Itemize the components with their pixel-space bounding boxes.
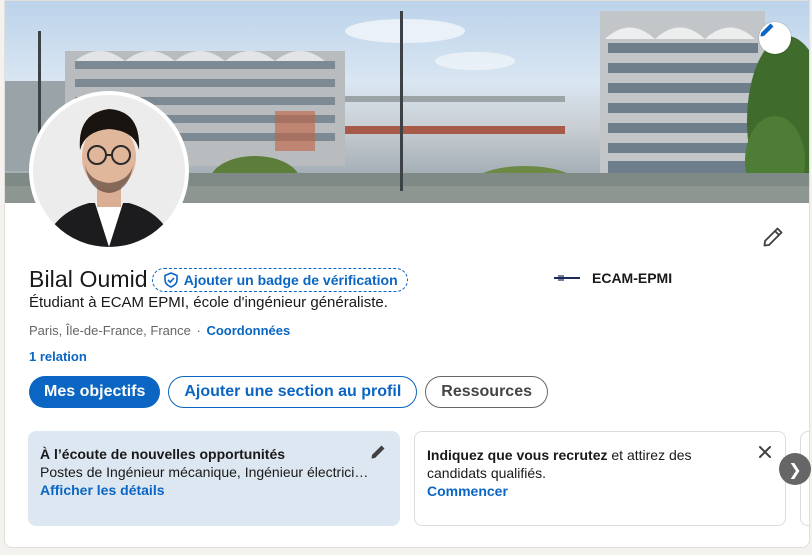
open-to-work-card[interactable]: À l’écoute de nouvelles opportunités Pos… bbox=[28, 431, 400, 526]
location-separator: · bbox=[196, 323, 201, 338]
profile-actions: Mes objectifs Ajouter une section au pro… bbox=[29, 376, 548, 408]
profile-edit-button[interactable] bbox=[757, 221, 789, 253]
organization-link[interactable]: ECAM-EPMI bbox=[554, 269, 672, 287]
add-profile-section-button[interactable]: Ajouter une section au profil bbox=[168, 376, 418, 408]
organization-name: ECAM-EPMI bbox=[592, 270, 673, 286]
hiring-close-button[interactable] bbox=[757, 444, 773, 464]
close-icon bbox=[759, 446, 771, 458]
pencil-icon bbox=[371, 445, 385, 459]
ecam-logo bbox=[554, 269, 580, 287]
contact-info-link[interactable]: Coordonnées bbox=[206, 323, 290, 338]
show-details-link[interactable]: Afficher les détails bbox=[40, 481, 388, 499]
carousel-next-button[interactable]: ❯ bbox=[779, 453, 811, 485]
profile-photo bbox=[33, 95, 185, 247]
profile-card: Bilal Oumid Ajouter un badge de vérifica… bbox=[4, 0, 810, 548]
chevron-right-icon: ❯ bbox=[788, 459, 802, 479]
hiring-text-bold: Indiquez que vous recrutez bbox=[427, 447, 608, 463]
open-to-work-title: À l’écoute de nouvelles opportunités bbox=[40, 446, 286, 462]
my-goals-button[interactable]: Mes objectifs bbox=[29, 376, 161, 408]
open-to-work-edit-button[interactable] bbox=[370, 444, 386, 464]
profile-avatar[interactable] bbox=[29, 91, 189, 251]
open-to-work-roles: Postes de Ingénieur mécanique, Ingénieur… bbox=[40, 464, 370, 480]
shield-check-icon bbox=[163, 271, 178, 288]
pencil-icon bbox=[763, 227, 783, 247]
hiring-text: Indiquez que vous recrutez et attirez de… bbox=[427, 446, 753, 482]
banner-edit-button[interactable] bbox=[759, 22, 791, 54]
add-verification-badge-button[interactable]: Ajouter un badge de vérification bbox=[151, 267, 408, 292]
relations-link[interactable]: 1 relation bbox=[29, 349, 87, 364]
start-hiring-link[interactable]: Commencer bbox=[427, 482, 773, 500]
location-row: Paris, Île-de-France, France · Coordonné… bbox=[29, 323, 290, 338]
resources-button[interactable]: Ressources bbox=[425, 376, 548, 408]
profile-headline: Étudiant à ECAM EPMI, école d'ingénieur … bbox=[29, 294, 388, 311]
pencil-icon bbox=[760, 23, 774, 37]
verify-badge-label: Ajouter un badge de vérification bbox=[183, 271, 398, 288]
profile-name: Bilal Oumid bbox=[29, 266, 148, 292]
hiring-card: Indiquez que vous recrutez et attirez de… bbox=[414, 431, 786, 526]
profile-location: Paris, Île-de-France, France bbox=[29, 323, 191, 338]
name-row: Bilal Oumid Ajouter un badge de vérifica… bbox=[29, 266, 408, 293]
